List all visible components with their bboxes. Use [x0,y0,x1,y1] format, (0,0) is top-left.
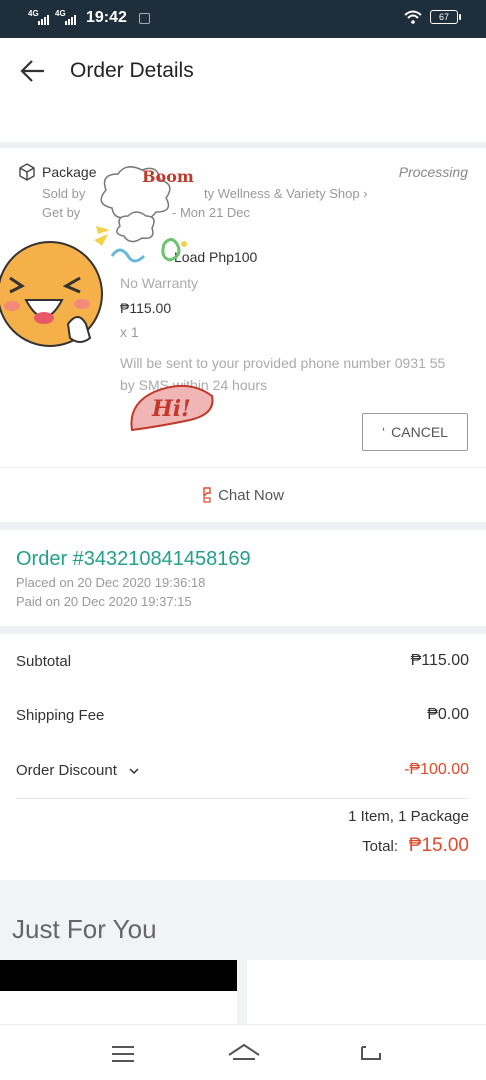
shop-link[interactable]: ty Wellness & Variety Shop › [204,186,368,201]
home-icon[interactable] [227,1039,261,1067]
clock: 19:42 [86,9,127,26]
cancel-button[interactable]: ‘ CANCEL [362,413,468,451]
chevron-down-icon [129,768,139,775]
recommended-product-card[interactable] [0,960,237,991]
product-quantity: x 1 [120,324,139,340]
shipping-fee-value: ₱0.00 [427,706,469,723]
summary-divider [16,798,469,799]
shipping-fee-label: Shipping Fee [16,707,105,724]
subtotal-value: ₱115.00 [410,652,469,669]
cancel-icon: ‘ [382,424,386,440]
wifi-icon [404,10,422,24]
order-discount-value: -₱100.00 [404,761,469,778]
section-gap [0,626,486,634]
address-strip [0,104,486,142]
status-left: 4G 4G 19:42 [28,9,150,27]
product-warranty: No Warranty [120,275,199,291]
total-value: ₱15.00 [408,835,469,856]
page-title: Order Details [70,59,194,82]
status-right: 67 [404,10,461,24]
order-discount-toggle[interactable]: Order Discount [16,762,139,779]
recommended-product-card-2[interactable] [247,960,486,1024]
sold-by-label: Sold by [42,186,86,201]
section-gap [0,522,486,530]
battery-icon: 67 [430,10,461,24]
order-info: Order #343210841458169 Placed on 20 Dec … [0,530,486,626]
product-price: ₱115.00 [120,300,172,316]
svg-text:Hi!: Hi! [151,396,191,422]
hi-speech-bubble-sticker: Hi! [130,385,214,432]
app-header: Order Details [0,38,486,104]
total-label: Total: [362,838,398,855]
chat-icon [203,487,211,503]
menu-icon[interactable] [108,1039,138,1067]
get-by-label: Get by [42,205,81,220]
subtotal-label: Subtotal [16,653,72,670]
svg-text:Boom: Boom [142,167,194,186]
just-for-you-section: Just For You [0,880,486,960]
just-for-you-title: Just For You [12,914,157,944]
grid-gutter [237,960,247,1024]
signal-icon-2: 4G [55,9,76,25]
back-arrow-icon[interactable] [18,56,48,86]
order-number: Order #343210841458169 [16,548,251,570]
chat-now-button[interactable]: Chat Now [0,468,486,522]
signal-icon-1: 4G [28,9,49,25]
package-box-icon [19,163,35,181]
placed-on-date: Placed on 20 Dec 2020 19:36:18 [16,575,206,590]
gallery-notification-icon [138,12,150,24]
return-icon[interactable] [356,1039,386,1067]
order-summary: Subtotal ₱115.00 Shipping Fee ₱0.00 Orde… [0,634,486,880]
package-status: Processing [398,164,468,180]
items-count: 1 Item, 1 Package [348,808,469,825]
status-bar: 4G 4G 19:42 67 [0,0,486,38]
system-nav-bar [0,1024,486,1080]
recommended-product-card-body[interactable] [0,991,247,1024]
boom-cloud-sticker: Boom [94,166,194,263]
paid-on-date: Paid on 20 Dec 2020 19:37:15 [16,594,192,609]
